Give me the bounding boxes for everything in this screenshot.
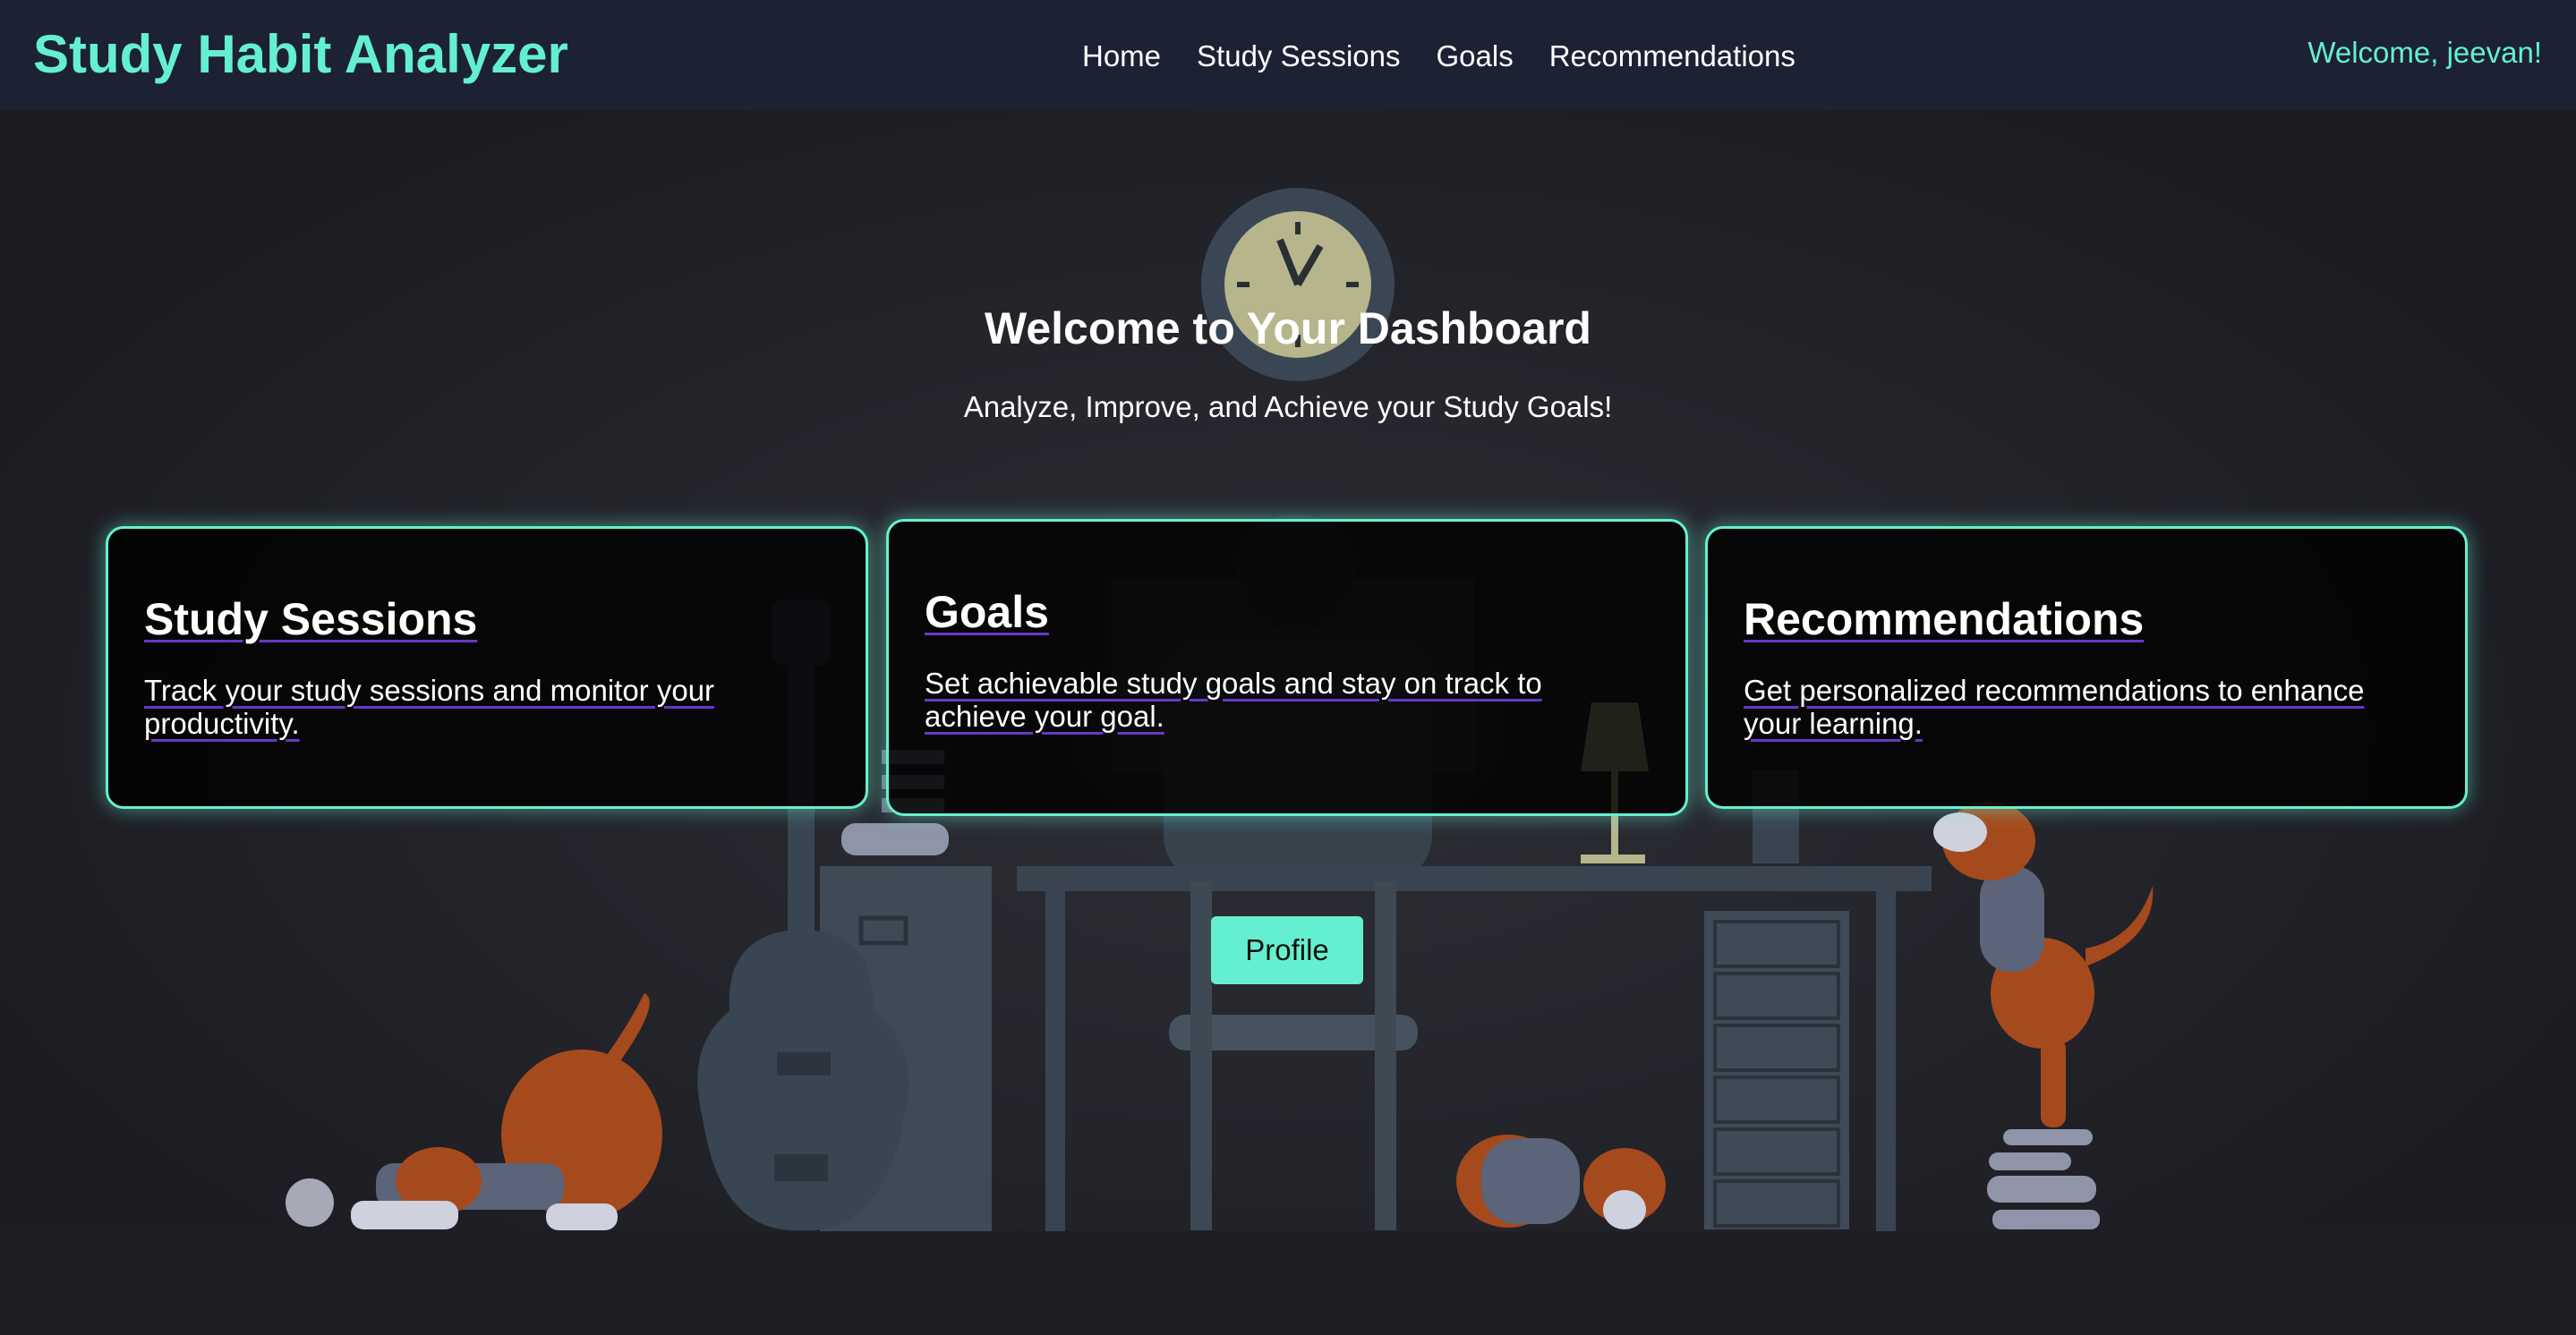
main-nav: Home Study Sessions Goals Recommendation… — [1082, 34, 1796, 79]
card-description[interactable]: Track your study sessions and monitor yo… — [144, 674, 830, 740]
dashboard-page: Study Habit Analyzer Home Study Sessions… — [0, 0, 2576, 1335]
nav-recommendations-link[interactable]: Recommendations — [1549, 39, 1796, 73]
nav-study-sessions-link[interactable]: Study Sessions — [1197, 39, 1400, 73]
welcome-user-text: Welcome, jeevan! — [2307, 36, 2542, 69]
profile-button[interactable]: Profile — [1211, 916, 1363, 984]
page-title: Welcome to Your Dashboard — [985, 303, 1591, 353]
card-description[interactable]: Get personalized recommendations to enha… — [1744, 674, 2429, 740]
card-title[interactable]: Goals — [925, 586, 1049, 638]
app-title[interactable]: Study Habit Analyzer — [33, 23, 568, 86]
top-navbar: Study Habit Analyzer Home Study Sessions… — [0, 0, 2576, 110]
nav-goals-link[interactable]: Goals — [1437, 39, 1514, 73]
nav-home-link[interactable]: Home — [1082, 39, 1161, 73]
goals-card[interactable]: Goals Set achievable study goals and sta… — [886, 519, 1688, 816]
recommendations-card[interactable]: Recommendations Get personalized recomme… — [1705, 526, 2468, 809]
card-description[interactable]: Set achievable study goals and stay on t… — [925, 667, 1650, 733]
study-sessions-card[interactable]: Study Sessions Track your study sessions… — [106, 526, 868, 809]
page-subtitle: Analyze, Improve, and Achieve your Study… — [963, 390, 1613, 423]
card-title[interactable]: Recommendations — [1744, 593, 2144, 645]
card-title[interactable]: Study Sessions — [144, 593, 477, 645]
